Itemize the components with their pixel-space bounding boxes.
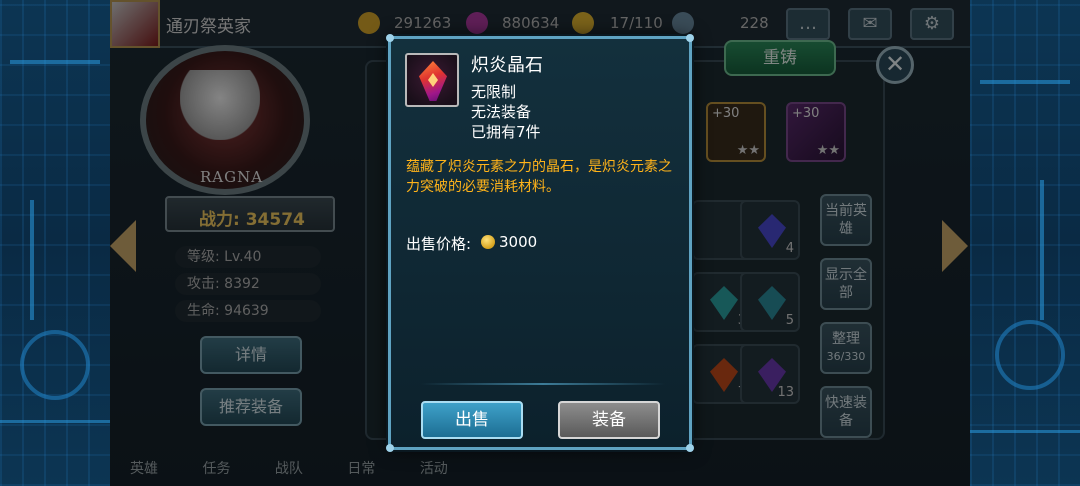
tab-tasks[interactable]: 任务 xyxy=(202,461,230,477)
left-arrow-icon[interactable] xyxy=(110,220,136,272)
coin-icon xyxy=(481,235,495,249)
hero-name: RAGNA xyxy=(200,168,264,186)
ticket-icon xyxy=(672,12,694,34)
sort-count: 36/330 xyxy=(826,350,866,363)
popup-corner xyxy=(686,444,694,452)
tab-hero[interactable]: 英雄 xyxy=(130,461,158,477)
inventory-slot[interactable]: 4 xyxy=(740,200,800,260)
item-info-popup: 炽炎晶石 无限制 无法装备 已拥有7件 蕴藏了炽炎元素之力的晶石，是炽炎元素之力… xyxy=(386,34,694,452)
hero-portrait xyxy=(180,70,260,140)
inventory-slot[interactable]: 5 xyxy=(740,272,800,332)
popup-corner xyxy=(386,444,394,452)
mail-button[interactable]: ✉ xyxy=(848,8,892,40)
gold-amount: 291263 xyxy=(394,14,452,32)
blue-gem-icon xyxy=(758,214,786,248)
slot-count: 5 xyxy=(785,313,794,328)
stat-hp: 生命: 94639 xyxy=(175,300,321,322)
filter-current-hero-button[interactable]: 当前英雄 xyxy=(820,194,872,246)
item-equip-status: 无法装备 xyxy=(471,103,532,121)
right-arrow-icon[interactable] xyxy=(942,220,968,272)
close-icon[interactable]: ✕ xyxy=(876,46,914,84)
sell-price-value: 3000 xyxy=(499,233,538,251)
slot-plus-level: +30 xyxy=(712,106,740,121)
slot-stars: ★★ xyxy=(736,143,760,158)
gem-icon xyxy=(466,12,488,34)
slot-plus-level: +30 xyxy=(792,106,820,121)
chat-button[interactable]: … xyxy=(786,8,830,40)
player-avatar[interactable] xyxy=(110,0,160,48)
power-box: 战力: 34574 xyxy=(165,196,335,232)
power-value: 战力: 34574 xyxy=(199,210,305,230)
tab-daily[interactable]: 日常 xyxy=(347,461,375,477)
stamina-icon xyxy=(572,12,594,34)
sell-button[interactable]: 出售 xyxy=(421,401,523,439)
gold-icon xyxy=(358,12,380,34)
popup-corner xyxy=(686,34,694,42)
equip-button[interactable]: 装备 xyxy=(558,401,660,439)
stat-attack: 攻击: 8392 xyxy=(175,273,321,295)
slot-stars: ★★ xyxy=(816,143,840,158)
fire-crystal-icon xyxy=(405,53,459,107)
quick-equip-button[interactable]: 快速装备 xyxy=(820,386,872,438)
inventory-slot[interactable]: 13 xyxy=(740,344,800,404)
tab-team[interactable]: 战队 xyxy=(275,461,303,477)
recast-button[interactable]: 重铸 xyxy=(724,40,836,76)
sort-button[interactable]: 整理 36/330 xyxy=(820,322,872,374)
stamina-amount: 17/110 xyxy=(610,14,663,32)
left-circuit-background xyxy=(0,0,110,486)
right-circuit-background xyxy=(970,0,1080,486)
stat-level: 等级: Lv.40 xyxy=(175,246,321,268)
gem-amount: 880634 xyxy=(502,14,560,32)
orange-gem-icon xyxy=(710,358,738,392)
sort-button-label: 整理 xyxy=(832,331,860,347)
slot-count: 13 xyxy=(777,385,794,400)
sell-price-label: 出售价格: xyxy=(406,235,472,253)
settings-button[interactable]: ⚙ xyxy=(910,8,954,40)
bottom-tabs: 英雄 任务 战队 日常 活动 xyxy=(130,458,448,478)
item-description: 蕴藏了炽炎元素之力的晶石，是炽炎元素之力突破的必要消耗材料。 xyxy=(406,159,672,195)
slot-count: 4 xyxy=(785,241,794,256)
popup-corner xyxy=(386,34,394,42)
teal-gem-icon xyxy=(710,286,738,320)
item-owned-count: 已拥有7件 xyxy=(471,123,541,141)
tab-events[interactable]: 活动 xyxy=(420,461,448,477)
item-name: 炽炎晶石 xyxy=(471,55,543,76)
teal-gem-icon xyxy=(758,286,786,320)
popup-divider xyxy=(421,383,665,385)
equipment-slot[interactable]: +30 ★★ xyxy=(706,102,766,162)
recommend-gear-button[interactable]: 推荐装备 xyxy=(200,388,302,426)
details-button[interactable]: 详情 xyxy=(200,336,302,374)
equipment-slot[interactable]: +30 ★★ xyxy=(786,102,846,162)
player-name: 通刃祭英家 xyxy=(166,17,251,37)
item-restriction: 无限制 xyxy=(471,83,517,101)
ticket-amount: 228 xyxy=(740,14,769,32)
filter-show-all-button[interactable]: 显示全部 xyxy=(820,258,872,310)
